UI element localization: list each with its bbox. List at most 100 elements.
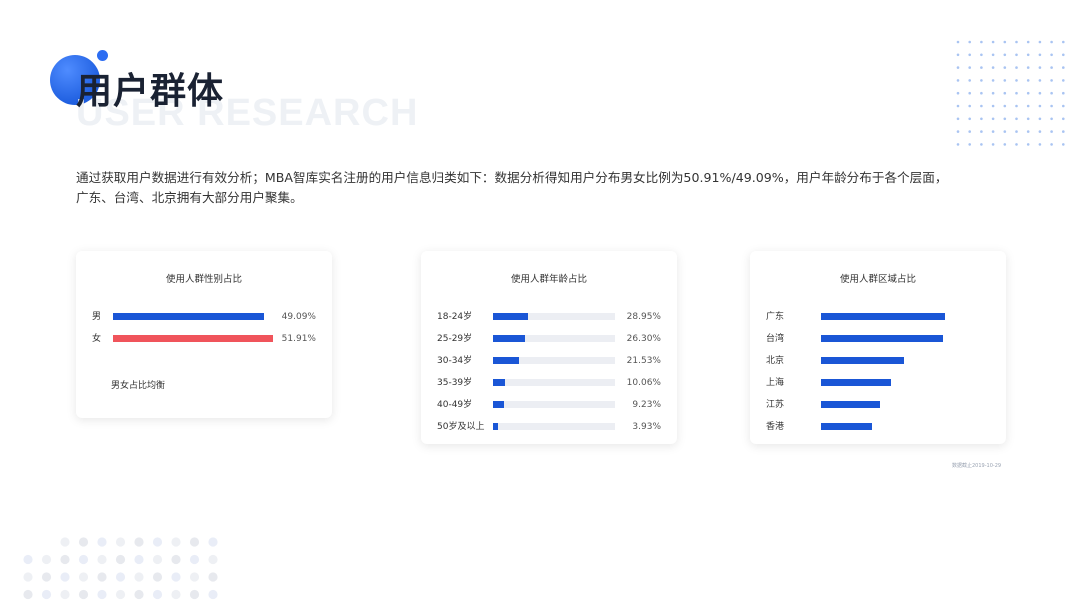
decor-dot xyxy=(1003,40,1007,44)
decor-dot xyxy=(1015,40,1018,44)
decor-dot xyxy=(1038,104,1042,108)
decor-dot xyxy=(1003,79,1007,82)
decor-dot xyxy=(134,572,144,582)
decor-dot xyxy=(1062,91,1065,95)
decor-dot xyxy=(968,117,971,121)
decor-dot xyxy=(991,40,995,44)
decor-dot xyxy=(956,79,960,82)
decor-dot xyxy=(991,53,995,57)
category-label: 40-49岁 xyxy=(437,400,473,410)
decor-dot xyxy=(1050,143,1053,146)
category-label: 台湾 xyxy=(766,334,785,344)
bar xyxy=(821,313,945,320)
bar-track xyxy=(821,313,951,320)
decor-dot xyxy=(956,130,960,133)
decor-dot xyxy=(1003,91,1007,95)
decor-dot xyxy=(208,537,218,547)
chart-row: 30-34岁 21.53% xyxy=(421,354,677,368)
decor-dot xyxy=(60,589,70,600)
decor-dot xyxy=(956,53,960,57)
decor-dot xyxy=(152,572,163,582)
decor-dot xyxy=(1026,143,1030,146)
decor-dot xyxy=(171,589,181,600)
bar-track xyxy=(821,335,951,342)
decor-dot xyxy=(1026,117,1030,121)
chart-row: 男 49.09% xyxy=(76,310,332,324)
value-label: 10.06% xyxy=(626,378,661,388)
value-label: 28.95% xyxy=(626,312,661,322)
chart-title: 使用人群区域占比 xyxy=(839,274,916,285)
chart-row: 35-39岁 10.06% xyxy=(421,376,677,390)
decor-dot xyxy=(1015,130,1018,133)
decor-dot xyxy=(115,554,126,565)
decor-dot xyxy=(189,572,200,582)
decor-dot xyxy=(991,130,995,133)
decor-dot xyxy=(980,40,983,44)
decor-dot xyxy=(1015,53,1018,57)
decor-dot xyxy=(1050,91,1053,95)
bar-track xyxy=(113,313,273,320)
decor-dot xyxy=(968,104,971,108)
decor-dot xyxy=(1003,66,1007,69)
chart-row: 江苏 xyxy=(750,398,1006,412)
decor-dot xyxy=(97,589,107,600)
decor-dot xyxy=(1050,40,1053,44)
decor-dot xyxy=(41,572,52,582)
decor-dot xyxy=(171,554,181,565)
decor-dot xyxy=(1038,117,1042,121)
bar-track xyxy=(493,357,615,364)
decor-dot xyxy=(189,537,200,547)
chart-row: 香港 xyxy=(750,420,1006,434)
decor-dot xyxy=(115,537,126,547)
bar-track xyxy=(113,335,273,342)
decor-dot xyxy=(956,143,960,146)
decor-dot xyxy=(1062,130,1065,133)
category-label: 男 xyxy=(92,312,102,322)
decor-dot xyxy=(23,554,33,565)
decor-dot xyxy=(171,572,181,582)
bar-track xyxy=(493,423,615,430)
decor-dot xyxy=(968,40,971,44)
decor-dot xyxy=(1062,40,1065,44)
chart-row: 40-49岁 9.23% xyxy=(421,398,677,412)
bar-track xyxy=(821,357,951,364)
decor-dot xyxy=(115,572,126,582)
bar xyxy=(493,379,506,386)
chart-row: 上海 xyxy=(750,376,1006,390)
chart-row: 18-24岁 28.95% xyxy=(421,310,677,324)
decor-dot xyxy=(1062,79,1065,82)
decor-dot xyxy=(171,537,181,547)
decor-dot xyxy=(980,143,983,146)
decor-dot xyxy=(189,589,200,600)
decor-dot xyxy=(980,79,983,82)
value-label: 26.30% xyxy=(626,334,661,344)
decor-dot xyxy=(152,589,163,600)
bar-track xyxy=(821,379,951,386)
decor-dot xyxy=(1062,53,1065,57)
small-blue-dot-icon xyxy=(97,50,108,61)
bar-track xyxy=(493,313,615,320)
decor-dot xyxy=(956,117,960,121)
age-chart-card: 使用人群年龄占比 18-24岁 28.95% 25-29岁 26.30% 30-34岁 2… xyxy=(421,251,677,444)
intro-paragraph: 通过获取用户数据进行有效分析；MBA智库实名注册的用户信息归类如下：数据分析得知… xyxy=(76,168,1016,208)
bar xyxy=(493,357,520,364)
decor-dot xyxy=(1026,104,1030,108)
decor-dot xyxy=(97,572,107,582)
decor-dot xyxy=(23,572,33,582)
decor-dot xyxy=(78,537,89,547)
decor-dot xyxy=(1026,130,1030,133)
decor-dot xyxy=(1015,143,1018,146)
decor-dot xyxy=(1050,79,1053,82)
decor-dot xyxy=(968,53,971,57)
decor-dot xyxy=(1003,117,1007,121)
decor-dot xyxy=(23,589,33,600)
category-label: 上海 xyxy=(766,378,785,388)
decor-dot xyxy=(152,537,163,547)
decor-dot xyxy=(1026,79,1030,82)
decor-dot xyxy=(991,117,995,121)
chart-row: 女 51.91% xyxy=(76,332,332,346)
decor-dot xyxy=(968,130,971,133)
category-label: 女 xyxy=(92,334,102,344)
decor-dot xyxy=(968,79,971,82)
decor-dot xyxy=(1003,53,1007,57)
